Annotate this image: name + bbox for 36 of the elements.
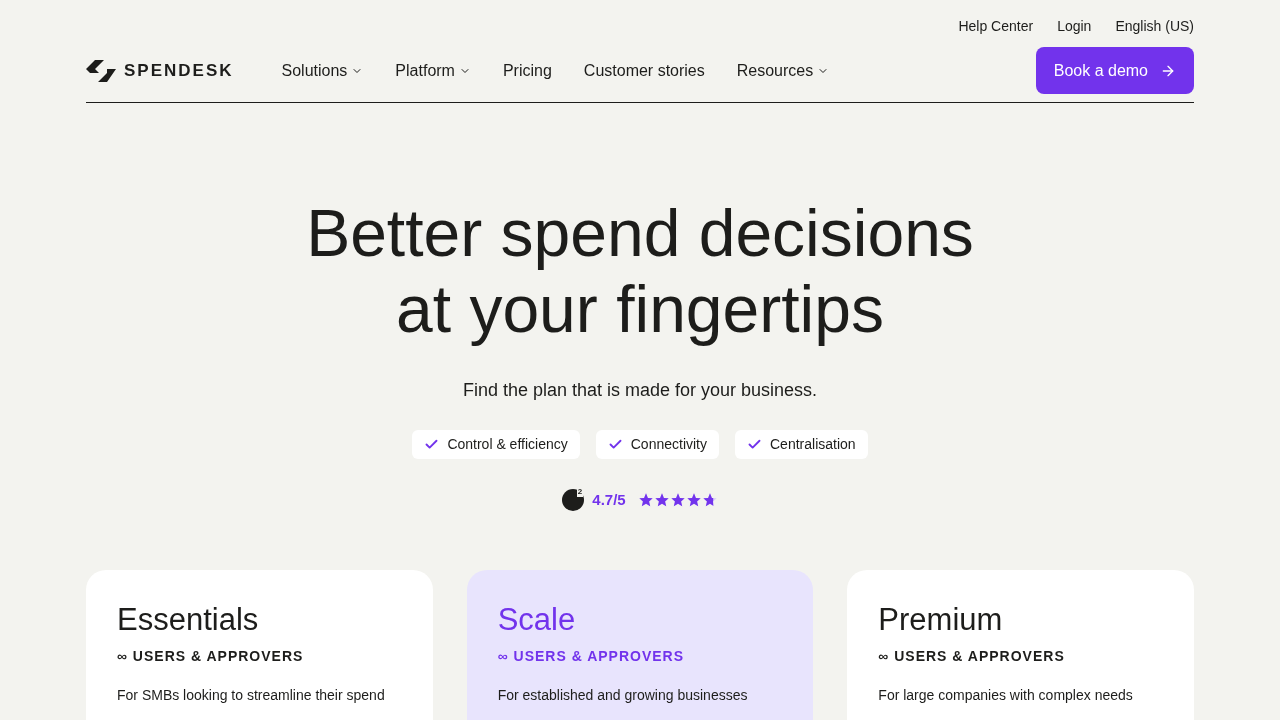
plan-description: For established and growing businesses: [497, 685, 749, 705]
star-icon: [653, 492, 670, 509]
star-icon: [685, 492, 702, 509]
plan-users: ∞ USERS & APPROVERS: [878, 646, 1066, 666]
nav-link[interactable]: Resources: [736, 58, 830, 83]
hero-title: Better spend decisions: [306, 195, 974, 271]
top-link[interactable]: English (US): [1115, 16, 1194, 37]
plan-users: ∞ USERS & APPROVERS: [117, 646, 305, 666]
star-icon: [669, 492, 686, 509]
feature-chip: Control & efficiency: [412, 430, 580, 459]
check-icon: [607, 437, 623, 452]
nav-link[interactable]: Solutions: [281, 58, 364, 83]
nav-link[interactable]: Platform: [395, 58, 471, 83]
plan-name: Scale: [497, 600, 577, 639]
hero-subtitle: Find the plan that is made for your business.: [462, 379, 818, 402]
logo-icon: [86, 59, 116, 82]
star-icon: [701, 492, 718, 509]
book-demo-button[interactable]: Book a demo: [1035, 47, 1194, 94]
plan-description: For large companies with complex needs: [878, 685, 1134, 705]
rating-score: 4.7/5: [592, 490, 626, 510]
star-icon: [637, 492, 654, 509]
nav-link[interactable]: Customer stories: [583, 58, 705, 83]
top-link[interactable]: Login: [1057, 16, 1092, 37]
g2-icon: 2: [562, 489, 585, 512]
plan-description: For SMBs looking to streamline their spend: [117, 685, 386, 705]
plan-users: ∞ USERS & APPROVERS: [497, 646, 686, 666]
check-icon: [747, 437, 762, 452]
hero-title: at your fingertips: [396, 271, 884, 347]
feature-chip: Connectivity: [595, 430, 719, 459]
logo-text: SPENDESK: [124, 59, 234, 82]
plan-name: Essentials: [117, 600, 260, 639]
nav-link[interactable]: Pricing: [502, 58, 552, 83]
check-icon: [424, 437, 440, 452]
feature-chip: Centralisation: [735, 430, 868, 459]
top-link[interactable]: Help Center: [958, 16, 1034, 37]
plan-name: Premium: [878, 600, 1004, 639]
